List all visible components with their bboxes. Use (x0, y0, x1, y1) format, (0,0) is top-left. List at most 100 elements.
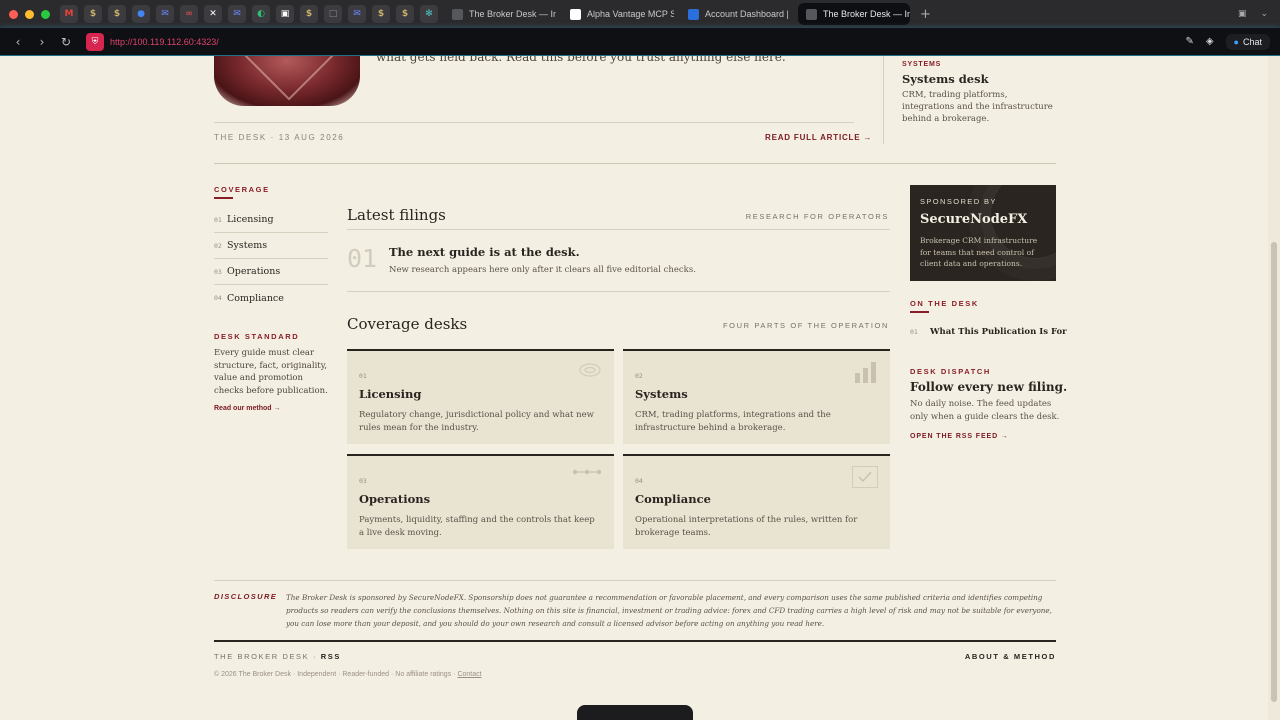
desk-card-operations[interactable]: 03 Operations Payments, liquidity, staff… (347, 454, 614, 549)
footer-copyright: © 2026 The Broker Desk · Independent · R… (214, 671, 482, 678)
on-the-desk-item[interactable]: What This Publication Is For (930, 327, 1067, 337)
open-rss-feed-link[interactable]: OPEN THE RSS FEED → (910, 433, 1009, 440)
item-number: 01 (214, 215, 222, 224)
sponsor-name: SecureNodeFX (920, 212, 1028, 227)
check-icon (852, 466, 878, 488)
tab-label: The Broker Desk — Ind (823, 9, 910, 19)
forward-button[interactable]: › (30, 35, 54, 49)
heading-underline (910, 311, 929, 313)
pen-icon[interactable]: ✎ (1185, 36, 1193, 47)
tab-label: The Broker Desk — Ind (469, 9, 556, 19)
tabbar-controls: ▣ ⌄ (1238, 9, 1280, 19)
item-number: 01 (910, 328, 918, 336)
scrollbar[interactable] (1268, 56, 1280, 720)
filing-number: 01 (347, 244, 378, 273)
url-field[interactable]: http://100.119.112.60:4323/ (110, 37, 1185, 47)
divider (347, 291, 890, 292)
filing-desc: New research appears here only after it … (389, 265, 696, 275)
bars-icon (855, 362, 876, 383)
tab-overview-icon[interactable]: ▣ (1238, 9, 1247, 19)
back-button[interactable]: ‹ (6, 35, 30, 49)
footer-brand-name[interactable]: THE BROKER DESK (214, 652, 309, 661)
card-title: Operations (359, 492, 431, 506)
chat-button[interactable]: ● Chat (1225, 33, 1270, 50)
sponsor-desc: Brokerage CRM infrastructure for teams t… (920, 236, 1038, 268)
mail-tab-icon[interactable]: ✉ (348, 5, 366, 23)
coverage-list: 01 Licensing 02 Systems 03 Operations 04… (214, 207, 328, 311)
coverage-item-compliance[interactable]: 04 Compliance (214, 285, 328, 311)
address-bar: ‹ › ↻ ⛨ http://100.119.112.60:4323/ ✎ ◈ … (0, 28, 1280, 56)
extension-icon[interactable]: ◈ (1206, 36, 1214, 47)
pinned-tab-icon[interactable]: $ (396, 5, 414, 23)
browser-tab[interactable]: Alpha Vantage MCP Se (562, 3, 674, 25)
side-feature-title[interactable]: Systems desk (902, 72, 989, 86)
mail-tab-icon[interactable]: ✉ (228, 5, 246, 23)
close-window-button[interactable] (9, 9, 18, 19)
pinned-tab-icon[interactable]: $ (108, 5, 126, 23)
tab-favicon-icon (452, 8, 463, 20)
pinned-tab-icon[interactable]: ✻ (420, 5, 438, 23)
x-tab-icon[interactable]: ✕ (204, 5, 222, 23)
read-method-link[interactable]: Read our method → (214, 405, 281, 412)
contact-link[interactable]: Contact (457, 671, 481, 678)
chrome-tab-icon[interactable]: ● (132, 5, 150, 23)
browser-tab[interactable]: Account Dashboard | n (680, 3, 792, 25)
ring-icon (579, 363, 601, 377)
item-number: 03 (214, 267, 222, 276)
chevron-down-icon[interactable]: ⌄ (1260, 9, 1268, 19)
item-number: 04 (214, 294, 222, 302)
coverage-desks-meta: FOUR PARTS OF THE OPERATION (723, 321, 889, 330)
pinned-tab-icon[interactable]: ◐ (252, 5, 270, 23)
gmail-tab-icon[interactable]: M (60, 5, 78, 23)
footer-rss-link[interactable]: RSS (321, 652, 341, 661)
item-label: Compliance (227, 292, 284, 304)
desk-standard-text: Every guide must clear structure, fact, … (214, 348, 328, 396)
desk-card-systems[interactable]: 02 Systems CRM, trading platforms, integ… (623, 349, 890, 444)
item-label: Systems (227, 240, 268, 251)
copyright-text: © 2026 The Broker Desk · Independent · R… (214, 671, 456, 678)
tab-favicon-icon (688, 8, 699, 20)
pinned-tabs: M $ $ ● ✉ ∞ ✕ ✉ ◐ ▣ $ □ ✉ $ $ ✻ (60, 5, 438, 23)
read-full-article-link[interactable]: READ FULL ARTICLE → (765, 133, 872, 142)
maximize-window-button[interactable] (41, 9, 50, 19)
desk-card-licensing[interactable]: 01 Licensing Regulatory change, jurisdic… (347, 349, 614, 444)
pinned-tab-icon[interactable]: $ (300, 5, 318, 23)
mail-tab-icon[interactable]: ✉ (156, 5, 174, 23)
side-feature-desc: CRM, trading platforms, integrations and… (902, 90, 1053, 124)
side-feature-kicker: SYSTEMS (902, 61, 942, 68)
hero-meta: THE DESK · 13 AUG 2026 (214, 133, 345, 142)
latest-filings-heading: Latest filings (347, 206, 446, 224)
desk-dispatch-title: Follow every new filing. (910, 380, 1068, 394)
scrollbar-thumb[interactable] (1271, 242, 1277, 702)
desk-card-compliance[interactable]: 04 Compliance Operational interpretation… (623, 454, 890, 549)
card-desc: CRM, trading platforms, integrations and… (635, 410, 831, 433)
card-title: Licensing (359, 387, 422, 401)
card-desc: Operational interpretations of the rules… (635, 515, 858, 538)
chat-bubble-icon: ● (1233, 36, 1239, 47)
pinned-tab-icon[interactable]: □ (324, 5, 342, 23)
card-title: Compliance (635, 492, 711, 506)
shield-icon[interactable]: ⛨ (86, 32, 104, 51)
item-number: 02 (214, 241, 222, 250)
browser-tab-active[interactable]: The Broker Desk — Ind (798, 3, 910, 25)
reload-button[interactable]: ↻ (54, 35, 78, 49)
coverage-item-licensing[interactable]: 01 Licensing (214, 207, 328, 233)
new-tab-button[interactable]: + (920, 7, 931, 22)
browser-tab[interactable]: The Broker Desk — Ind (444, 3, 556, 25)
minimize-window-button[interactable] (25, 9, 34, 19)
pinned-tab-icon[interactable]: $ (372, 5, 390, 23)
card-number: 01 (359, 372, 367, 380)
chat-label: Chat (1242, 36, 1262, 47)
card-number: 04 (635, 477, 643, 485)
floating-toolbar[interactable] (577, 705, 693, 720)
about-method-link[interactable]: ABOUT & METHOD (965, 652, 1056, 661)
sponsor-card[interactable]: SPONSORED BY SecureNodeFX Brokerage CRM … (910, 185, 1056, 281)
filing-title[interactable]: The next guide is at the desk. (389, 245, 580, 259)
pinned-tab-icon[interactable]: ∞ (180, 5, 198, 23)
pinned-tab-icon[interactable]: $ (84, 5, 102, 23)
coverage-item-operations[interactable]: 03 Operations (214, 259, 328, 285)
coverage-item-systems[interactable]: 02 Systems (214, 233, 328, 259)
card-desc: Regulatory change, jurisdictional policy… (359, 410, 594, 433)
pinned-tab-icon[interactable]: ▣ (276, 5, 294, 23)
addressbar-tools: ✎ ◈ ● Chat (1185, 33, 1280, 50)
